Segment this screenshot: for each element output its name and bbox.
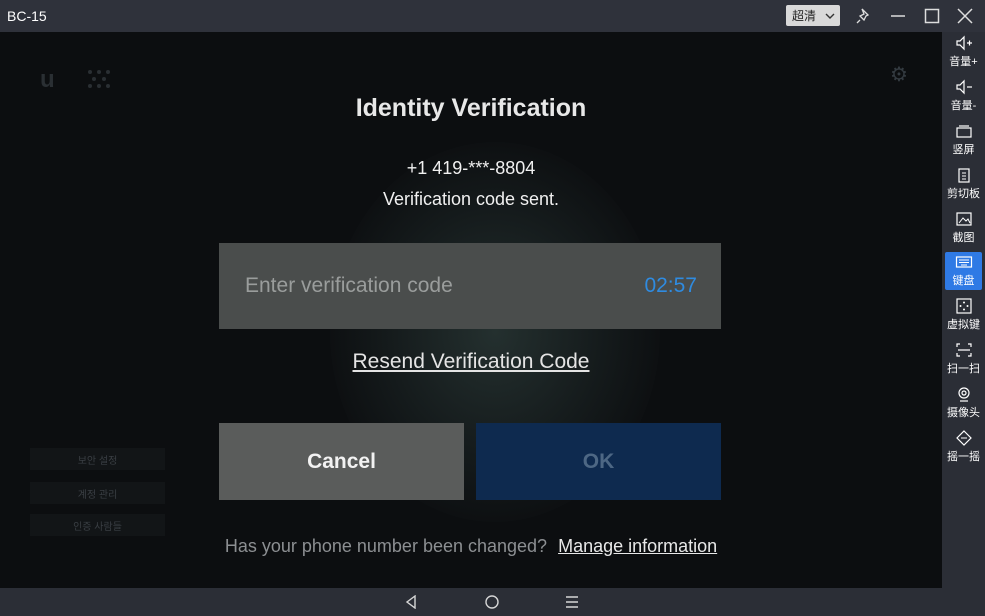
portrait-icon [955,125,972,138]
portrait-button[interactable]: 竖屏 [945,121,982,159]
verification-code-input[interactable] [243,273,607,299]
close-icon [957,8,973,24]
screenshot-button[interactable]: 截图 [945,209,982,247]
close-button[interactable] [955,6,975,26]
quality-dropdown[interactable]: 超清 [786,5,840,26]
sidebar-item-label: 竖屏 [952,144,975,156]
sidebar-item-label: 截图 [952,232,975,244]
camera-icon [957,387,970,402]
gear-icon: ⚙ [890,64,908,86]
volume-down-icon [955,79,972,95]
sidebar-item-label: 虚拟键 [947,319,980,331]
back-button[interactable] [400,592,422,612]
menu-button[interactable] [561,592,583,612]
shake-button[interactable]: 摇一摇 [945,428,982,466]
manage-information-link[interactable]: Manage information [558,536,717,556]
volume-up-icon [955,35,972,51]
scan-button[interactable]: 扫一扫 [945,340,982,378]
sidebar-item-label: 摄像头 [947,407,980,419]
chevron-down-icon [825,13,835,19]
clipboard-button[interactable]: 剪切板 [945,165,982,203]
dialog-title: Identity Verification [355,94,587,122]
virtual-key-button[interactable]: 虚拟键 [945,296,982,334]
minimize-icon [891,15,905,17]
ok-button[interactable]: OK [476,423,721,500]
background-menu-item: 인증 사람들 [30,514,165,536]
title-bar: BC-15 超清 [0,0,985,32]
home-button[interactable] [481,592,503,612]
clipboard-icon [957,168,970,183]
keyboard-icon [955,256,972,268]
code-sent-message: Verification code sent. [382,189,560,209]
sidebar-item-label: 扫一扫 [947,363,980,375]
masked-phone-number: +1 419-***-8804 [406,158,536,178]
device-screen: u ⚙ 보안 설정 계정 관리 인증 사람들 Identity Verifica… [0,32,942,588]
screenshot-icon [955,212,972,226]
volume-up-button[interactable]: 音量+ [945,33,982,71]
sidebar-item-label: 音量+ [949,56,978,68]
background-logo-mark [88,70,110,88]
home-icon [485,595,499,609]
resend-code-link[interactable]: Resend Verification Code [353,350,590,373]
camera-button[interactable]: 摄像头 [945,384,982,422]
sidebar-item-label: 剪切板 [947,188,980,200]
emulator-sidebar: 音量+ 音量- 竖屏 剪切板 截图 键盘 虚拟键 扫一扫 摄像头 摇一摇 [942,32,985,616]
pin-button[interactable] [854,6,874,26]
back-icon [405,595,416,609]
window-title: BC-15 [7,8,47,24]
android-nav-bar [0,588,942,616]
background-logo: u [40,66,55,93]
keyboard-button[interactable]: 键盘 [945,252,982,290]
maximize-button[interactable] [922,6,942,26]
pin-icon [856,8,870,24]
scan-icon [955,343,972,357]
maximize-icon [924,8,940,24]
virtual-key-icon [955,298,972,314]
sidebar-item-label: 音量- [950,100,977,112]
sidebar-item-label: 键盘 [952,275,975,287]
phone-changed-row: Has your phone number been changed? Mana… [0,536,942,557]
background-menu-item: 계정 관리 [30,482,165,504]
quality-label: 超清 [792,9,817,23]
cancel-button[interactable]: Cancel [219,423,464,500]
shake-icon [955,430,972,446]
resend-row: Resend Verification Code [0,350,942,374]
sidebar-item-label: 摇一摇 [947,451,980,463]
phone-changed-question: Has your phone number been changed? [224,536,548,556]
countdown-timer: 02:57 [644,274,697,297]
background-menu-item: 보안 설정 [30,448,165,470]
volume-down-button[interactable]: 音量- [945,77,982,115]
minimize-button[interactable] [888,6,908,26]
verification-code-field[interactable]: 02:57 [219,243,721,329]
menu-icon [566,596,578,608]
